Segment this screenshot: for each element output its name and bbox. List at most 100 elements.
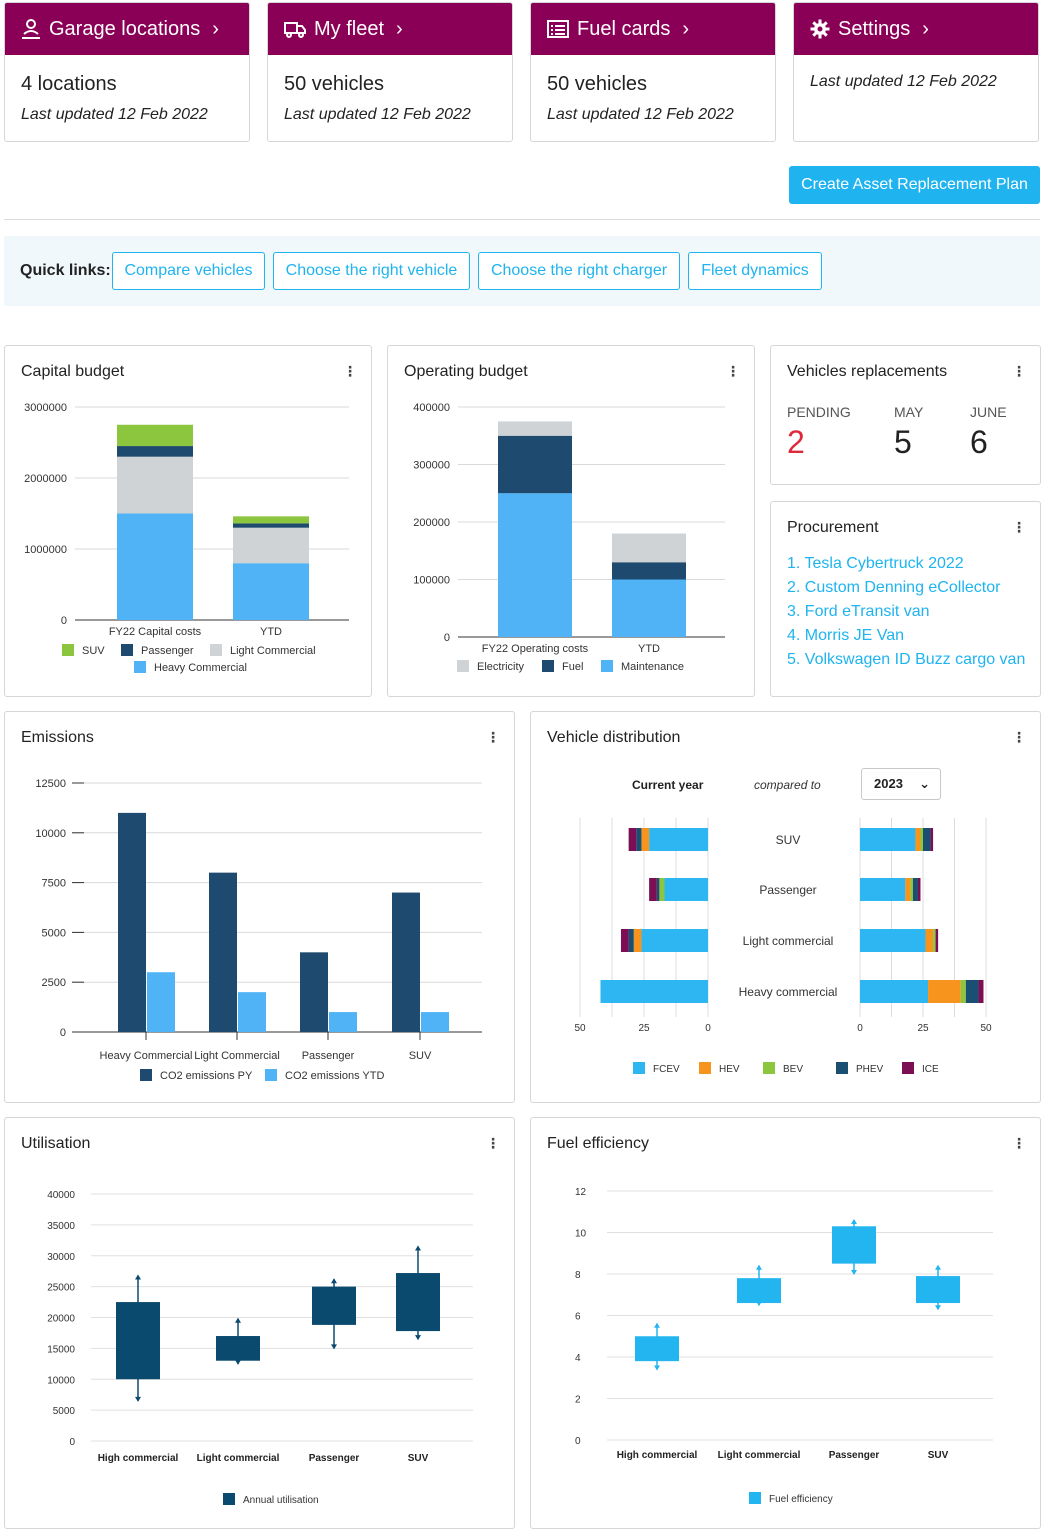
y-tick-label: 4: [575, 1353, 581, 1364]
procurement-item[interactable]: 1. Tesla Cybertruck 2022: [787, 552, 1025, 576]
pending-value: 2: [787, 424, 805, 460]
box: [635, 1336, 679, 1362]
compare-vehicles-link[interactable]: Compare vehicles: [112, 252, 265, 290]
bar-segment: [860, 828, 916, 851]
bar-segment: [498, 435, 572, 494]
procurement-item[interactable]: 2. Custom Denning eCollector: [787, 576, 1025, 600]
operating-budget-chart: 400000 300000 200000 100000 0 FY22 Operating …: [413, 402, 725, 673]
x-tick-label: Light commercial: [718, 1450, 801, 1461]
y-tick-label: 10: [575, 1229, 587, 1240]
y-tick-label: 2500: [42, 977, 66, 989]
more-vertical-icon[interactable]: ⋮: [1012, 730, 1026, 744]
fuel-cards-card[interactable]: Fuel cards › 50 vehicles Last updated 12…: [530, 2, 776, 142]
x-tick-label: Light commercial: [197, 1453, 280, 1464]
y-tick-label: 10000: [35, 828, 66, 840]
bar: [238, 992, 266, 1032]
legend-item-swatch: [223, 1493, 235, 1505]
legend-item-swatch: [633, 1062, 645, 1074]
y-tick-label: 2: [575, 1395, 581, 1406]
y-tick-label: 200000: [413, 517, 450, 529]
x-tick-label: SUV: [409, 1050, 432, 1062]
whisker-cap: [135, 1274, 141, 1280]
emissions-chart: 12500 10000 7500 5000 2500 0 Heavy Commercial L…: [35, 778, 482, 1082]
category-label: Heavy commercial: [739, 985, 838, 999]
bar-segment: [612, 579, 686, 637]
bar-segment: [233, 527, 309, 564]
gear-icon: [810, 19, 830, 39]
more-vertical-icon[interactable]: ⋮: [1012, 520, 1026, 534]
compared-to-label: compared to: [754, 778, 821, 792]
box: [832, 1226, 876, 1264]
y-tick-label: 3000000: [24, 402, 67, 414]
y-tick-label: 40000: [47, 1190, 75, 1201]
procurement-item[interactable]: 3. Ford eTransit van: [787, 600, 1025, 624]
my-fleet-title: My fleet: [314, 17, 385, 40]
fuel-cards-value: 50 vehicles: [547, 73, 648, 95]
box: [396, 1273, 440, 1332]
bar-segment: [498, 493, 572, 637]
chevron-right-icon: ›: [922, 17, 929, 40]
legend-item-label: ICE: [922, 1064, 939, 1075]
x-tick-label: Passenger: [309, 1453, 360, 1464]
more-vertical-icon[interactable]: ⋮: [486, 1136, 500, 1150]
capital-budget-title: Capital budget: [21, 363, 125, 380]
y-tick-label: 100000: [413, 575, 450, 587]
choose-right-vehicle-link[interactable]: Choose the right vehicle: [273, 252, 470, 290]
more-vertical-icon[interactable]: ⋮: [726, 364, 740, 378]
legend-item-label: HEV: [719, 1064, 740, 1075]
create-asset-replacement-plan-button[interactable]: Create Asset Replacement Plan: [789, 166, 1040, 204]
legend-item-swatch: [542, 660, 554, 672]
garage-locations-card[interactable]: Garage locations › 4 locations Last upda…: [4, 2, 250, 142]
year-select[interactable]: 2023 ⌄: [861, 768, 941, 800]
my-fleet-card[interactable]: My fleet › 50 vehicles Last updated 12 F…: [267, 2, 513, 142]
procurement-panel: Procurement ⋮ 1. Tesla Cybertruck 2022 2…: [770, 501, 1041, 697]
y-tick-label: 20000: [47, 1314, 75, 1325]
more-vertical-icon[interactable]: ⋮: [486, 730, 500, 744]
more-vertical-icon[interactable]: ⋮: [1012, 364, 1026, 378]
legend-item-label: Light Commercial: [230, 645, 316, 657]
bar-segment: [117, 424, 193, 447]
whisker-cap: [235, 1317, 241, 1323]
procurement-item[interactable]: 4. Morris JE Van: [787, 624, 1025, 648]
vehicle-distribution-chart: Current year compared to 50 25 0 0 25 50 SUV Pass…: [574, 778, 992, 1075]
procurement-item[interactable]: 5. Volkswagen ID Buzz cargo van: [787, 648, 1025, 672]
my-fleet-header[interactable]: My fleet ›: [268, 3, 512, 55]
settings-header[interactable]: Settings ›: [794, 3, 1038, 55]
legend-item-swatch: [140, 1069, 152, 1081]
x-tick-label: Light Commercial: [194, 1050, 280, 1062]
y-tick-label: 10000: [47, 1375, 75, 1386]
y-tick-label: 0: [444, 632, 450, 644]
more-vertical-icon[interactable]: ⋮: [343, 364, 357, 378]
legend-item-swatch: [134, 661, 146, 673]
y-tick-label: 0: [61, 615, 67, 627]
bar-segment: [860, 878, 906, 901]
whisker-cap: [654, 1365, 660, 1371]
settings-updated: Last updated 12 Feb 2022: [810, 73, 997, 90]
procurement-list: 1. Tesla Cybertruck 2022 2. Custom Denni…: [787, 552, 1025, 672]
bar: [209, 872, 237, 1032]
bar: [329, 1012, 357, 1032]
legend-item-swatch: [763, 1062, 775, 1074]
fuel-cards-header[interactable]: Fuel cards ›: [531, 3, 775, 55]
bar-segment: [664, 878, 708, 901]
legend-item-label: CO2 emissions PY: [160, 1070, 253, 1082]
fuel-cards-title: Fuel cards: [577, 17, 671, 40]
bar: [118, 812, 146, 1032]
more-vertical-icon[interactable]: ⋮: [1012, 1136, 1026, 1150]
settings-card[interactable]: Settings › Last updated 12 Feb 2022: [793, 2, 1039, 142]
x-tick-label: SUV: [928, 1450, 949, 1461]
bar-segment: [912, 878, 918, 901]
operating-budget-panel: 400000 300000 200000 100000 0 FY22 Operating …: [387, 345, 755, 697]
vehicle-distribution-title: Vehicle distribution: [547, 729, 681, 746]
fleet-dynamics-link[interactable]: Fleet dynamics: [688, 252, 822, 290]
may-label: MAY: [894, 404, 924, 420]
y-tick-label: 7500: [42, 878, 66, 890]
y-tick-label: 300000: [413, 460, 450, 472]
bar-segment: [920, 828, 923, 851]
choose-right-charger-link[interactable]: Choose the right charger: [478, 252, 680, 290]
box: [312, 1286, 356, 1325]
bar-segment: [633, 929, 642, 952]
bar-segment: [917, 878, 921, 901]
y-tick-label: 35000: [47, 1221, 75, 1232]
garage-locations-header[interactable]: Garage locations ›: [5, 3, 249, 55]
